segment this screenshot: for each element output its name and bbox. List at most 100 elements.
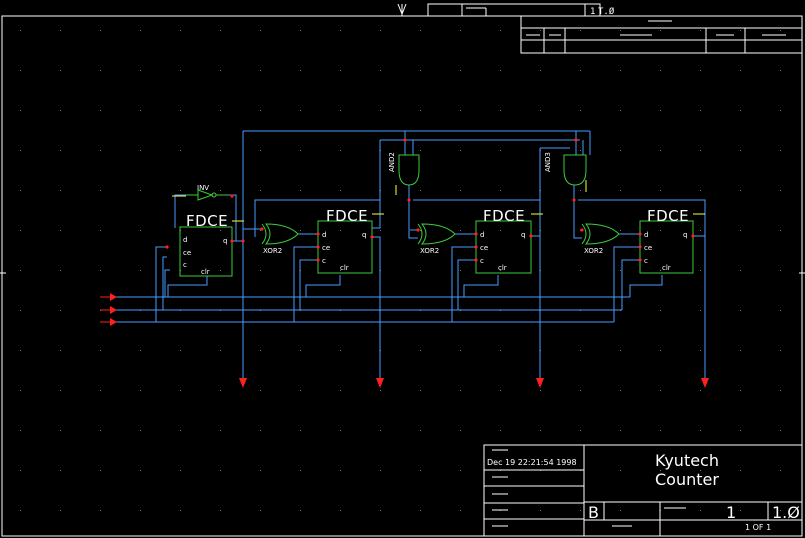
grid-dot [300,430,301,431]
ff1-pin-q: q [223,237,227,245]
grid-dot [700,190,701,191]
grid-dot [100,30,101,31]
grid-dot [60,390,61,391]
ff3-pin-d: d [480,231,484,239]
grid-dot [620,270,621,271]
inv-gate[interactable]: INV [186,184,228,201]
ff3-pin-ce: ce [480,244,488,252]
grid-dot [380,390,381,391]
grid-dot [260,110,261,111]
grid-dot [140,190,141,191]
grid-dot [220,190,221,191]
grid-dot [420,430,421,431]
grid-dot [340,470,341,471]
grid-dot [460,470,461,471]
and2-gate[interactable]: AND2 [388,152,420,186]
ff3-pin-c: c [480,257,484,265]
grid-dot [540,70,541,71]
grid-dot [380,470,381,471]
grid-dot [180,390,181,391]
grid-dot [260,70,261,71]
grid-dot [340,230,341,231]
grid-dot [580,190,581,191]
grid-dot [620,110,621,111]
grid-dot [180,470,181,471]
grid-dot [20,430,21,431]
ff4-pin-q: q [683,231,687,239]
grid-dot [180,30,181,31]
grid-dot [60,510,61,511]
grid-dot [700,350,701,351]
grid-dot [300,350,301,351]
grid-dot [140,390,141,391]
ff4-fdce[interactable]: FDCE d ce c clr q [639,207,694,274]
grid-dot [580,70,581,71]
grid-dot [100,270,101,271]
grid-dot [140,230,141,231]
grid-dot [60,110,61,111]
grid-dot [180,190,181,191]
grid-dot [740,150,741,151]
grid-dot [220,110,221,111]
grid-dot [780,70,781,71]
grid-dot [300,390,301,391]
grid-dot [580,390,581,391]
and3-gate[interactable]: AND3 [544,152,587,186]
grid-dot [380,110,381,111]
input-ports[interactable] [100,293,117,326]
top-rev-value: T.Ø [598,6,615,17]
ff4-type-label: FDCE [647,207,689,225]
xor2-gate[interactable]: XOR2 [417,223,456,255]
grid-dot [380,510,381,511]
grid-dot [740,110,741,111]
grid-dot [740,350,741,351]
grid-dot [260,150,261,151]
ff1-pin-clr: clr [201,268,210,276]
grid-dot [420,230,421,231]
grid-dot [180,70,181,71]
and2-label: AND2 [388,152,396,172]
grid-dot [140,270,141,271]
ff3-fdce[interactable]: FDCE d ce c clr q [475,207,532,274]
grid-dot [420,350,421,351]
grid-dot [660,430,661,431]
grid-dot [740,70,741,71]
grid-dot [500,190,501,191]
grid-dot [780,430,781,431]
grid-dot [780,30,781,31]
ff1-fdce[interactable]: FDCE d ce c clr q [179,212,233,277]
grid-dot [340,70,341,71]
xor1-gate[interactable]: XOR2 [261,223,299,255]
grid-dot [20,230,21,231]
grid-dot [380,70,381,71]
grid-dot [260,30,261,31]
ff4-pin-d: d [644,231,648,239]
sheet-of: 1 OF 1 [745,523,771,532]
grid-dot [420,110,421,111]
schematic-canvas: 1 T.Ø FDCE d ce c clr q FDCE d ce c clr … [0,3,805,537]
ff2-fdce[interactable]: FDCE d ce c clr q [317,207,373,274]
grid-dot [340,510,341,511]
grid-dot [340,150,341,151]
grid-dot [260,350,261,351]
grid-dot [20,30,21,31]
grid-dot [420,470,421,471]
grid-dot [420,190,421,191]
grid-dot [60,470,61,471]
grid-dot [20,270,21,271]
ff4-pin-ce: ce [644,244,652,252]
grid-dot [260,510,261,511]
ff1-type-label: FDCE [186,212,228,230]
grid-dot [460,390,461,391]
grid-dot [420,510,421,511]
grid-dot [500,30,501,31]
grid-dot [100,70,101,71]
grid-dot [260,430,261,431]
xor3-gate[interactable]: XOR2 [581,223,620,255]
grid-dot [700,230,701,231]
grid-dot [140,430,141,431]
xor3-label: XOR2 [584,247,603,255]
grid-dot [780,270,781,271]
grid-dot [220,30,221,31]
output-ports[interactable] [239,378,709,388]
